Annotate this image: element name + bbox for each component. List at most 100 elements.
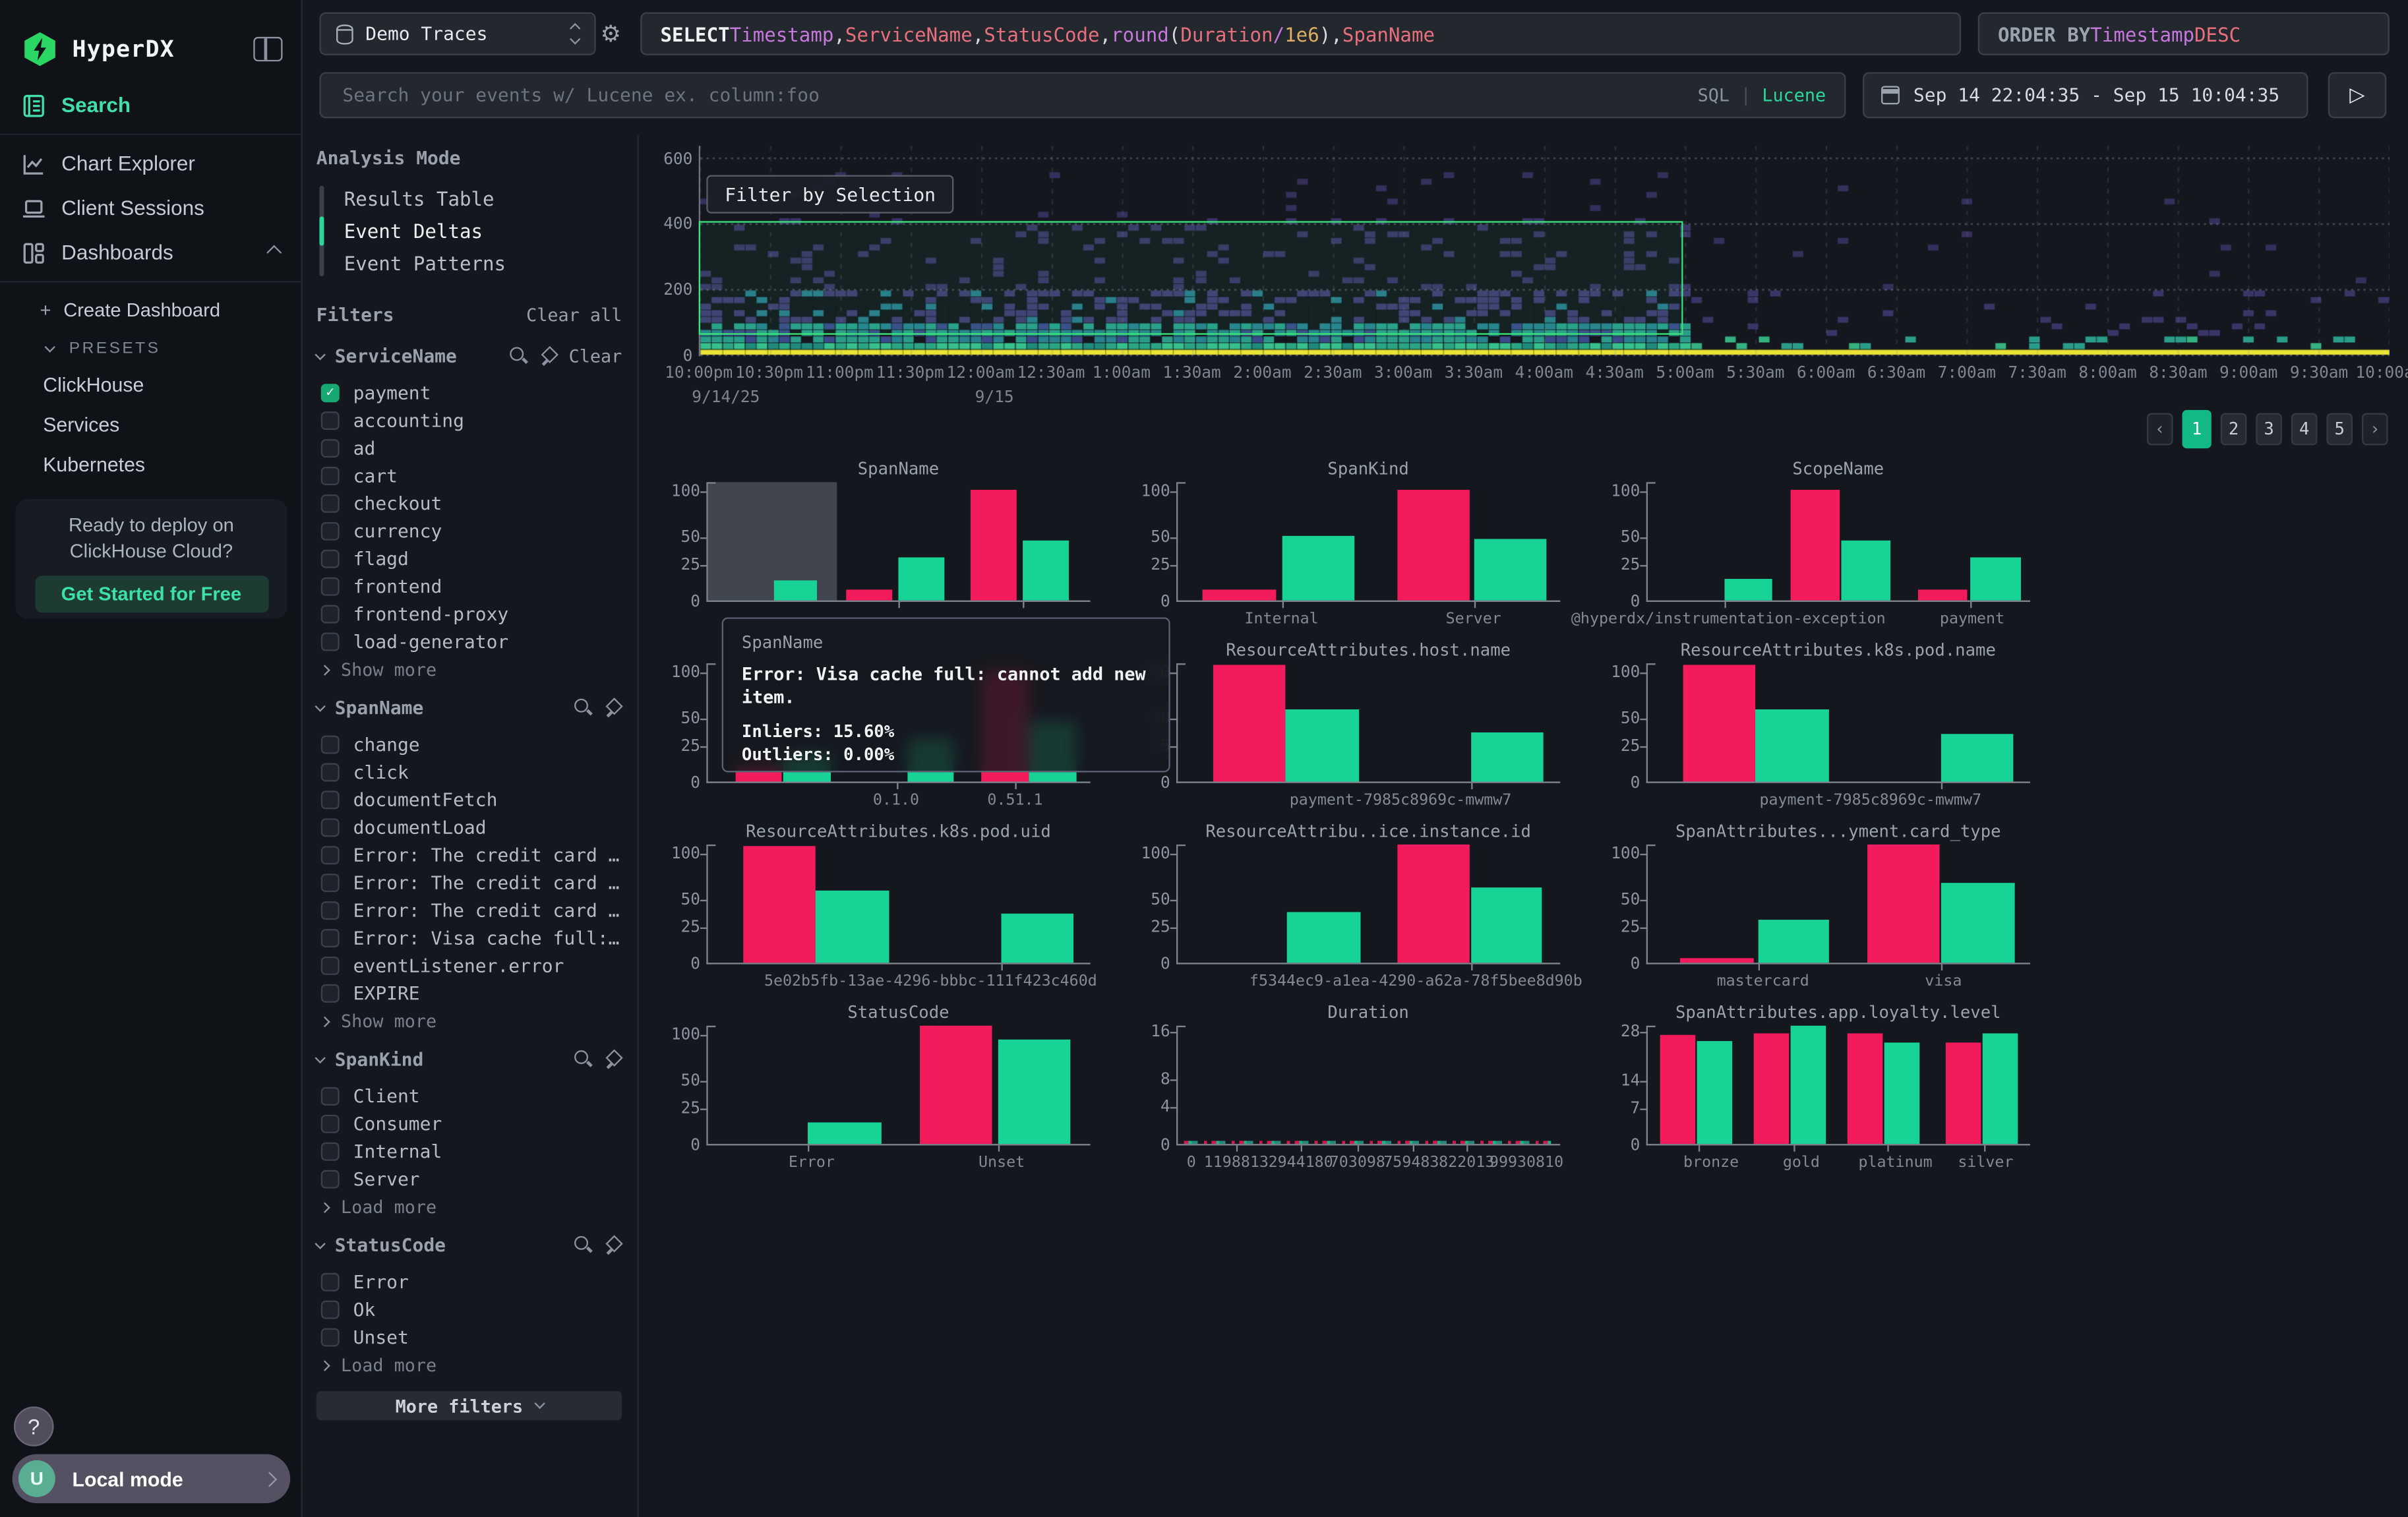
checkbox[interactable] xyxy=(321,984,340,1003)
bar[interactable] xyxy=(971,489,1017,600)
filter-checkbox-row[interactable]: Error: The credit card (… xyxy=(316,869,622,897)
filter-checkbox-row[interactable]: ✓payment xyxy=(316,379,622,407)
bar[interactable] xyxy=(1472,732,1543,781)
checkbox[interactable] xyxy=(321,763,340,782)
search-icon[interactable] xyxy=(574,1050,593,1069)
filter-checkbox-row[interactable]: Unset xyxy=(316,1324,622,1352)
bar[interactable] xyxy=(1287,912,1360,963)
chevron-down-icon[interactable] xyxy=(315,1237,325,1248)
bar[interactable] xyxy=(846,590,892,600)
filter-checkbox-row[interactable]: Error: Visa cache full: … xyxy=(316,924,622,952)
bar[interactable] xyxy=(1659,1036,1695,1144)
mini-bar-chart-instanceid[interactable]: ResourceAttribu..ice.instance.id10050250… xyxy=(1139,820,1610,1001)
checkbox[interactable] xyxy=(321,1087,340,1106)
checkbox[interactable] xyxy=(321,790,340,809)
checkbox[interactable]: ✓ xyxy=(321,384,340,402)
bar[interactable] xyxy=(1919,590,1967,600)
clear-all-button[interactable]: Clear all xyxy=(526,304,622,326)
filter-checkbox-row[interactable]: documentLoad xyxy=(316,814,622,841)
filter-checkbox-row[interactable]: ad xyxy=(316,434,622,462)
bar[interactable] xyxy=(1697,1040,1733,1144)
filter-checkbox-row[interactable]: click xyxy=(316,759,622,787)
mini-bar-chart-spanname[interactable]: SpanName10050250 xyxy=(669,458,1139,639)
filter-checkbox-row[interactable]: cart xyxy=(316,462,622,490)
pagination-page-button[interactable]: 2 xyxy=(2221,413,2247,446)
bar[interactable] xyxy=(1884,1042,1920,1144)
checkbox[interactable] xyxy=(321,1143,340,1161)
sidebar-item-search[interactable]: Search xyxy=(0,83,301,128)
order-by-input[interactable]: ORDER BY Timestamp DESC xyxy=(1978,13,2390,55)
filter-checkbox-row[interactable]: Consumer xyxy=(316,1110,622,1138)
checkbox[interactable] xyxy=(321,467,340,485)
bar[interactable] xyxy=(1790,489,1840,600)
bar[interactable] xyxy=(1945,1042,1981,1144)
mini-bar-chart-poduid[interactable]: ResourceAttributes.k8s.pod.uid100502505e… xyxy=(669,820,1139,1001)
analysis-mode-option[interactable]: Event Deltas xyxy=(333,215,622,247)
filter-checkbox-row[interactable]: Server xyxy=(316,1166,622,1193)
date-range-picker[interactable]: Sep 14 22:04:35 - Sep 15 10:04:35 xyxy=(1863,72,2308,118)
pin-icon[interactable] xyxy=(539,347,558,365)
checkbox[interactable] xyxy=(321,633,340,651)
mini-bar-chart-podname[interactable]: ResourceAttributes.k8s.pod.name10050250p… xyxy=(1610,639,2080,820)
checkbox[interactable] xyxy=(321,439,340,458)
create-dashboard-button[interactable]: +Create Dashboard xyxy=(0,292,301,329)
bar[interactable] xyxy=(1682,665,1755,782)
checkbox[interactable] xyxy=(321,578,340,596)
bar[interactable] xyxy=(1841,541,1891,600)
show-more-link[interactable]: Load more xyxy=(316,1352,622,1379)
filter-checkbox-row[interactable]: checkout xyxy=(316,490,622,518)
bar[interactable] xyxy=(1941,734,2012,782)
bar[interactable] xyxy=(1002,914,1073,963)
search-icon[interactable] xyxy=(574,1236,593,1255)
search-icon[interactable] xyxy=(574,699,593,717)
filter-checkbox-row[interactable]: EXPIRE xyxy=(316,980,622,1007)
show-more-link[interactable]: Load more xyxy=(316,1193,622,1221)
settings-gear-icon[interactable]: ⚙ xyxy=(601,20,621,47)
bar[interactable] xyxy=(1753,1034,1789,1144)
bar[interactable] xyxy=(1397,845,1470,963)
bar[interactable] xyxy=(808,1122,881,1144)
checkbox[interactable] xyxy=(321,736,340,754)
pagination-page-button[interactable]: 5 xyxy=(2326,413,2353,446)
filter-checkbox-row[interactable]: documentFetch xyxy=(316,786,622,814)
bar[interactable] xyxy=(1397,489,1470,600)
sidebar-item-kubernetes[interactable]: Kubernetes xyxy=(0,445,301,485)
presets-header[interactable]: PRESETS xyxy=(0,328,301,365)
show-more-link[interactable]: Show more xyxy=(316,1007,622,1035)
bar[interactable] xyxy=(773,580,818,601)
filter-checkbox-row[interactable]: eventListener.error xyxy=(316,952,622,980)
mini-bar-chart-hostname[interactable]: ResourceAttributes.host.name10050250paym… xyxy=(1139,639,1610,820)
checkbox[interactable] xyxy=(321,874,340,892)
chevron-down-icon[interactable] xyxy=(315,349,325,359)
bar[interactable] xyxy=(898,558,944,600)
checkbox[interactable] xyxy=(321,1170,340,1189)
bar[interactable] xyxy=(1282,535,1355,600)
chevron-down-icon[interactable] xyxy=(315,700,325,711)
mini-bar-chart-statuscode[interactable]: StatusCode10050250ErrorUnset xyxy=(669,1001,1139,1183)
filter-checkbox-row[interactable]: currency xyxy=(316,518,622,545)
filter-checkbox-row[interactable]: Client xyxy=(316,1083,622,1110)
bar[interactable] xyxy=(1213,665,1286,782)
help-button[interactable]: ? xyxy=(14,1406,54,1446)
search-icon[interactable] xyxy=(510,347,529,365)
pagination-prev-button[interactable]: ‹ xyxy=(2147,413,2173,446)
filter-checkbox-row[interactable]: frontend xyxy=(316,573,622,601)
checkbox[interactable] xyxy=(321,1115,340,1133)
bar[interactable] xyxy=(1941,883,2014,963)
checkbox[interactable] xyxy=(321,550,340,568)
bar[interactable] xyxy=(1203,590,1276,600)
bar[interactable] xyxy=(1474,539,1547,601)
bar[interactable] xyxy=(1970,558,2020,600)
checkbox[interactable] xyxy=(321,411,340,430)
bar[interactable] xyxy=(1791,1026,1826,1144)
sidebar-item-client-sessions[interactable]: Client Sessions xyxy=(0,186,301,231)
checkbox[interactable] xyxy=(321,818,340,837)
pagination-page-button[interactable]: 1 xyxy=(2182,410,2212,448)
bar[interactable] xyxy=(1867,845,1940,963)
bar[interactable] xyxy=(919,1026,992,1144)
more-filters-button[interactable]: More filters xyxy=(316,1391,622,1420)
filter-checkbox-row[interactable]: frontend-proxy xyxy=(316,601,622,628)
source-select[interactable]: Demo Traces xyxy=(319,13,595,55)
sidebar-item-dashboards[interactable]: Dashboards xyxy=(0,230,301,275)
sidebar-item-clickhouse[interactable]: ClickHouse xyxy=(0,365,301,405)
